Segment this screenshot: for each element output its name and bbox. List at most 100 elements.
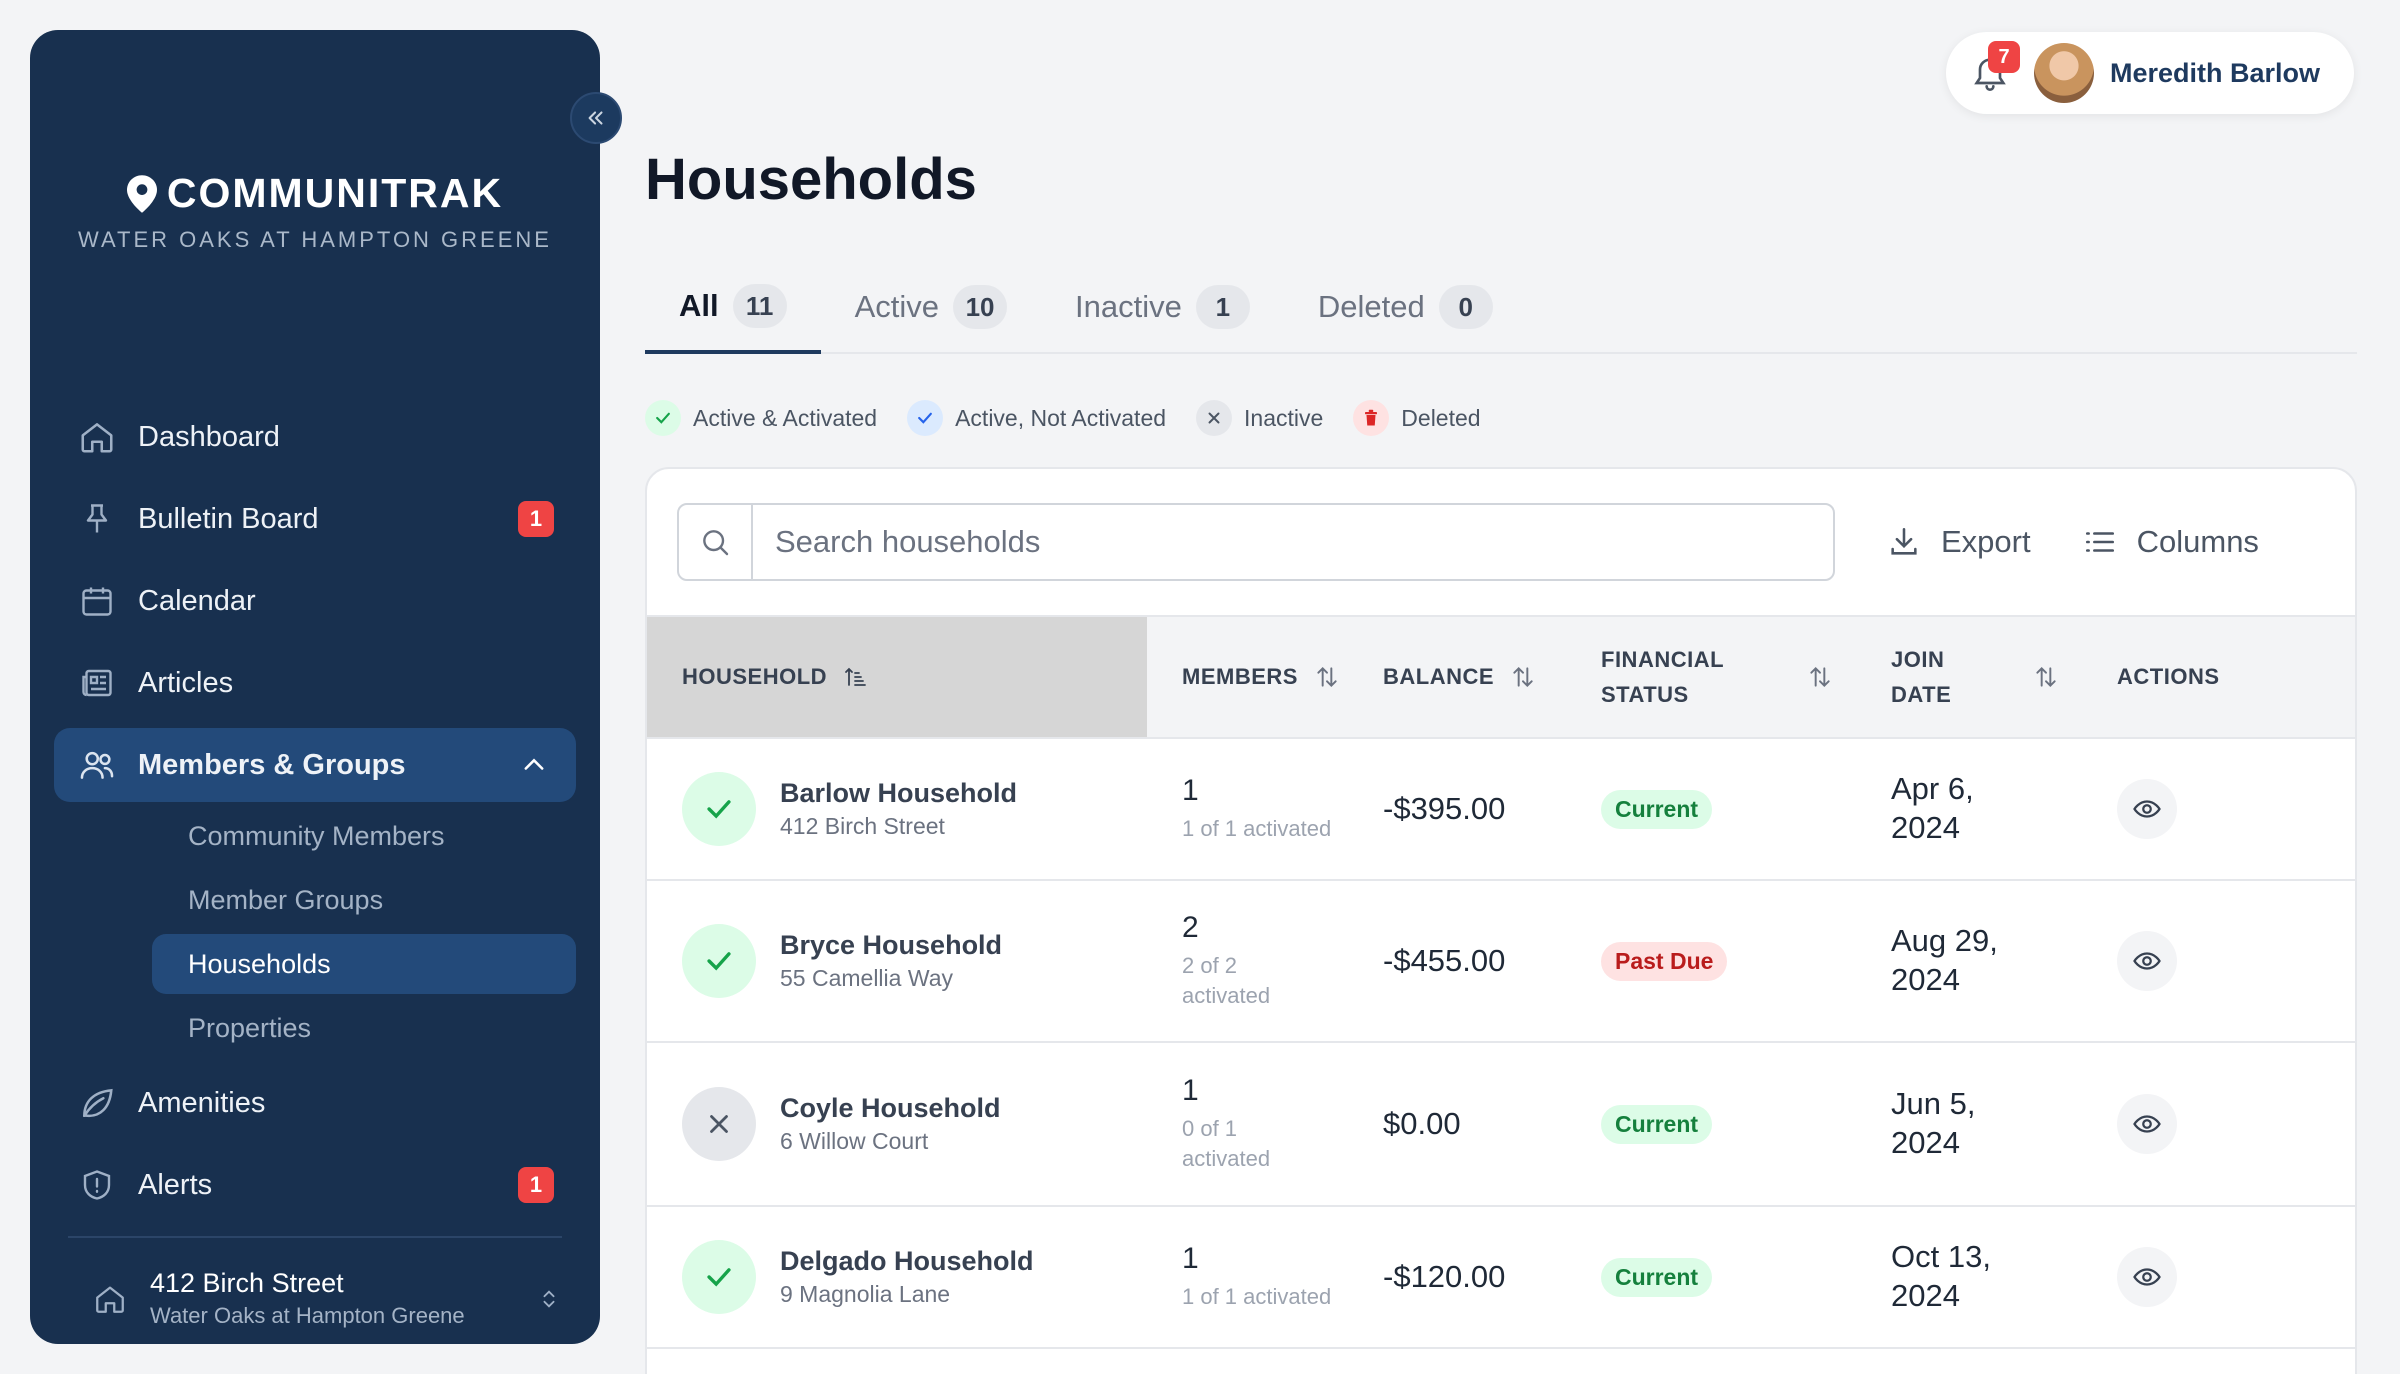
sort-icon <box>2033 664 2059 690</box>
members-activated: 1 of 1 activated <box>1182 1284 1332 1310</box>
column-label: FINANCIAL <box>1601 646 1725 672</box>
column-label: DATE <box>1891 682 1952 707</box>
subnav-community-members[interactable]: Community Members <box>152 806 576 866</box>
financial-status-badge: Current <box>1601 1104 1713 1144</box>
table-row[interactable]: Barlow Household 412 Birch Street 1 1 of… <box>647 739 2355 881</box>
main-nav: Dashboard Bulletin Board 1 Calendar Arti… <box>54 400 576 1230</box>
home-icon <box>76 416 118 458</box>
nav-item-amenities[interactable]: Amenities <box>54 1066 576 1140</box>
chevron-up-icon <box>524 758 544 770</box>
member-count: 1 <box>1182 1242 1199 1276</box>
leaf-icon <box>76 1082 118 1124</box>
check-icon <box>645 400 681 436</box>
collapse-sidebar-button[interactable] <box>570 92 622 144</box>
nav-item-bulletin-board[interactable]: Bulletin Board 1 <box>54 482 576 556</box>
nav-item-alerts[interactable]: Alerts 1 <box>54 1148 576 1222</box>
nav-label: Alerts <box>138 1168 213 1201</box>
table-row[interactable]: Delgado Household 9 Magnolia Lane 1 1 of… <box>647 1207 2355 1349</box>
search-box <box>677 503 1835 581</box>
property-switcher[interactable]: 412 Birch Street Water Oaks at Hampton G… <box>90 1268 560 1329</box>
household-name[interactable]: Coyle Household <box>780 1093 1001 1124</box>
members-activated-suffix: activated <box>1182 1146 1271 1171</box>
nav-item-calendar[interactable]: Calendar <box>54 564 576 638</box>
tab-deleted[interactable]: Deleted 0 <box>1284 262 1527 352</box>
column-header-actions: ACTIONS <box>2117 617 2317 737</box>
tab-active[interactable]: Active 10 <box>821 262 1041 352</box>
tab-label: Deleted <box>1317 289 1425 324</box>
list-icon <box>2083 525 2117 559</box>
eye-icon <box>2133 1268 2161 1286</box>
household-address: 9 Magnolia Lane <box>780 1281 951 1307</box>
avatar <box>2034 43 2094 103</box>
view-button[interactable] <box>2117 1094 2177 1154</box>
legend-active-activated: Active & Activated <box>645 400 877 436</box>
column-label: STATUS <box>1601 682 1689 707</box>
table-row[interactable]: Coyle Household 6 Willow Court 1 0 of 1 … <box>647 1043 2355 1207</box>
eye-icon <box>2133 800 2161 818</box>
subnav-households[interactable]: Households <box>152 934 576 994</box>
nav-item-dashboard[interactable]: Dashboard <box>54 400 576 474</box>
nav-item-articles[interactable]: Articles <box>54 646 576 720</box>
subnav-properties[interactable]: Properties <box>152 998 576 1058</box>
users-icon <box>76 744 118 786</box>
newspaper-icon <box>76 662 118 704</box>
chevrons-left-icon <box>588 111 603 125</box>
check-icon <box>907 400 944 436</box>
table-row[interactable]: Bryce Household 55 Camellia Way 2 2 of 2… <box>647 881 2355 1043</box>
join-date-year: 2024 <box>1891 1125 1960 1160</box>
join-date: Apr 6, <box>1891 771 1974 807</box>
tab-count: 0 <box>1438 285 1493 329</box>
tab-inactive[interactable]: Inactive 1 <box>1041 262 1284 352</box>
map-pin-icon <box>126 174 157 213</box>
balance: -$120.00 <box>1383 1259 1506 1294</box>
legend-label: Active, Not Activated <box>955 404 1167 431</box>
tab-all[interactable]: All 11 <box>645 262 821 354</box>
column-header-join-date[interactable]: JOIN DATE <box>1891 617 2117 737</box>
join-date: Oct 13, <box>1891 1239 1991 1275</box>
columns-label: Columns <box>2136 524 2259 559</box>
household-name[interactable]: Delgado Household <box>780 1246 1034 1277</box>
column-header-financial-status[interactable]: FINANCIAL STATUS <box>1601 617 1891 737</box>
nav-label: Calendar <box>138 584 256 617</box>
table-toolbar: Export Columns <box>647 469 2355 615</box>
export-button[interactable]: Export <box>1887 524 2031 560</box>
check-icon <box>682 772 756 846</box>
view-button[interactable] <box>2117 1247 2177 1307</box>
sort-ascending-icon <box>843 665 867 689</box>
household-name[interactable]: Barlow Household <box>780 778 1017 809</box>
household-address: 6 Willow Court <box>780 1128 929 1154</box>
notification-count-badge: 7 <box>1988 41 2020 73</box>
notifications-button[interactable]: 7 <box>1968 41 2020 95</box>
members-activated: 1 of 1 activated <box>1182 816 1332 842</box>
home-icon <box>90 1282 130 1316</box>
brand: COMMUNITRAK WATER OAKS AT HAMPTON GREENE <box>30 170 600 253</box>
nav-item-members-groups[interactable]: Members & Groups <box>54 728 576 802</box>
check-icon <box>682 924 756 998</box>
table-header: HOUSEHOLD MEMBERS BALANCE FINANCIAL STAT… <box>647 615 2355 739</box>
columns-button[interactable]: Columns <box>2083 524 2259 560</box>
balance: -$395.00 <box>1383 791 1506 826</box>
members-activated-suffix: activated <box>1182 983 1271 1008</box>
column-header-balance[interactable]: BALANCE <box>1379 617 1601 737</box>
legend-deleted: Deleted <box>1353 400 1481 436</box>
household-name[interactable]: Bryce Household <box>780 930 1002 961</box>
column-header-household[interactable]: HOUSEHOLD <box>647 617 1147 737</box>
search-input[interactable] <box>753 505 1833 579</box>
x-icon <box>682 1087 756 1161</box>
subnav-member-groups[interactable]: Member Groups <box>152 870 576 930</box>
join-date: Aug 29, <box>1891 923 1998 959</box>
legend-inactive: Inactive <box>1196 400 1323 436</box>
property-address: 412 Birch Street <box>150 1268 344 1298</box>
column-label: BALANCE <box>1383 664 1495 690</box>
tab-count: 11 <box>732 284 787 328</box>
join-date-year: 2024 <box>1891 810 1960 845</box>
members-subnav: Community Members Member Groups Househol… <box>54 806 576 1058</box>
legend-label: Active & Activated <box>693 404 878 431</box>
alerts-count-badge: 1 <box>518 1167 554 1203</box>
column-header-members[interactable]: MEMBERS <box>1147 617 1379 737</box>
user-menu[interactable]: 7 Meredith Barlow <box>1946 32 2354 114</box>
view-button[interactable] <box>2117 779 2177 839</box>
brand-name: COMMUNITRAK <box>166 170 504 216</box>
balance: -$455.00 <box>1383 943 1506 978</box>
view-button[interactable] <box>2117 931 2177 991</box>
